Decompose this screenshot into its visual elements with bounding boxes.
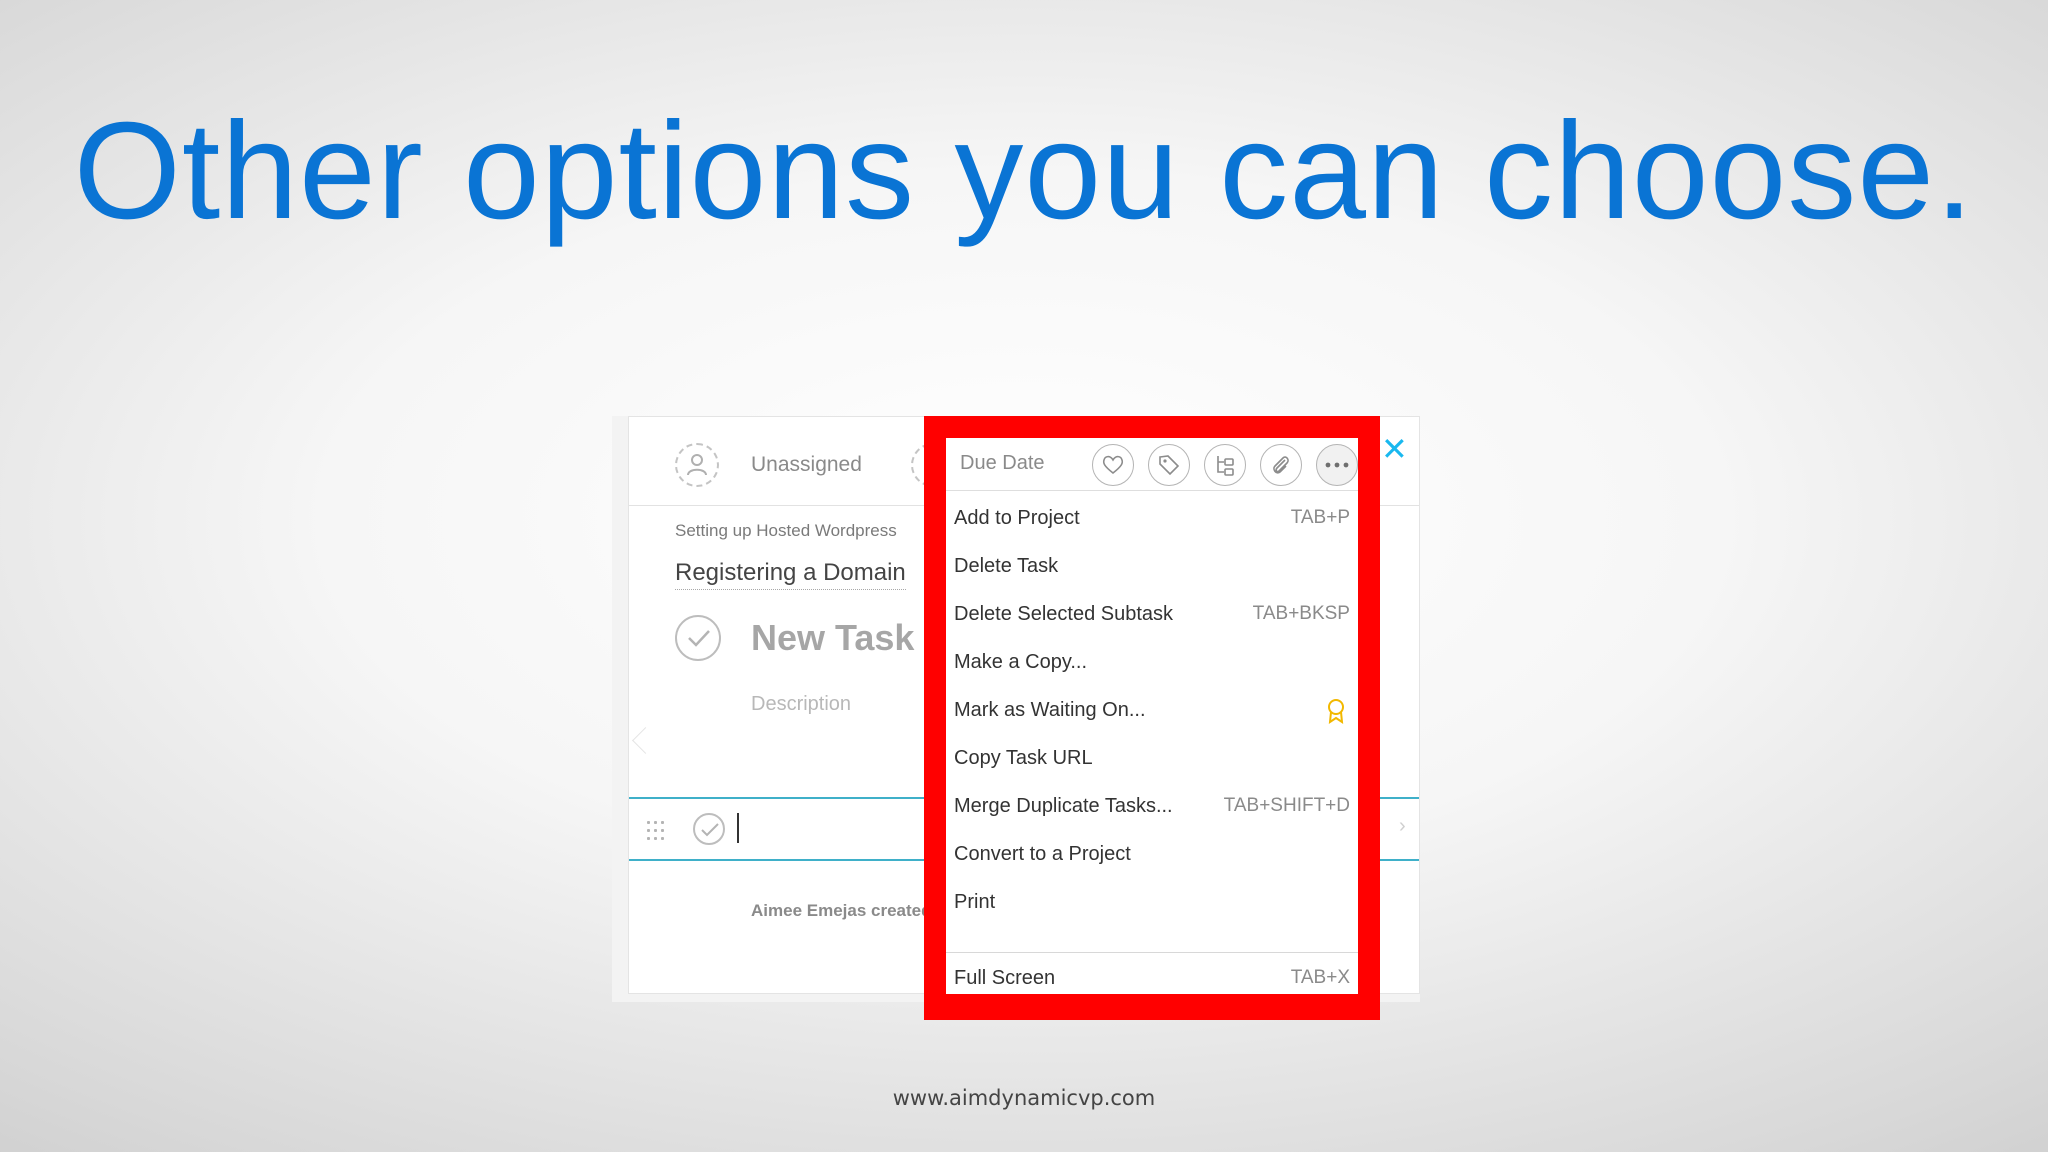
heart-icon[interactable] xyxy=(1092,444,1134,486)
premium-badge-icon xyxy=(1326,698,1346,738)
check-icon xyxy=(688,630,710,647)
due-date-button[interactable]: Due Date xyxy=(960,452,1045,475)
menu-item-copy-task-url[interactable]: Copy Task URL xyxy=(954,738,1350,778)
more-options-icon[interactable] xyxy=(1316,444,1358,486)
paperclip-icon[interactable] xyxy=(1260,444,1302,486)
subtask-complete-button[interactable] xyxy=(693,813,725,845)
options-menu: Due Date Add to Project TAB+P Delete Tas… xyxy=(946,438,1358,994)
slide-title: Other options you can choose. xyxy=(73,94,1975,248)
menu-item-merge-duplicate-tasks[interactable]: Merge Duplicate Tasks... TAB+SHIFT+D xyxy=(954,786,1350,826)
user-icon xyxy=(687,454,707,476)
chevron-right-icon[interactable]: › xyxy=(1399,815,1406,838)
menu-item-label: Mark as Waiting On... xyxy=(954,699,1146,721)
menu-item-shortcut: TAB+X xyxy=(1290,967,1350,988)
menu-item-convert-to-project[interactable]: Convert to a Project xyxy=(954,834,1350,874)
menu-item-label: Print xyxy=(954,891,996,913)
drag-handle-icon[interactable] xyxy=(647,821,665,841)
menu-item-label: Add to Project xyxy=(954,507,1080,529)
subtask-input-cursor[interactable] xyxy=(737,813,739,843)
check-icon xyxy=(701,823,719,837)
task-title[interactable]: New Task xyxy=(751,617,914,659)
highlight-box: Due Date Add to Project TAB+P Delete Tas… xyxy=(924,416,1380,1020)
parent-task-link[interactable]: Registering a Domain xyxy=(675,559,906,590)
footer-url: www.aimdynamicvp.com xyxy=(892,1086,1156,1110)
menu-item-label: Delete Selected Subtask xyxy=(954,603,1174,625)
assignee-avatar[interactable] xyxy=(675,443,719,487)
description-field[interactable]: Description xyxy=(751,693,851,716)
menu-item-label: Copy Task URL xyxy=(954,747,1093,769)
menu-item-mark-as-waiting-on[interactable]: Mark as Waiting On... xyxy=(954,690,1350,730)
breadcrumb[interactable]: Setting up Hosted Wordpress xyxy=(675,521,897,541)
assignee-label[interactable]: Unassigned xyxy=(751,453,862,477)
menu-item-full-screen[interactable]: Full Screen TAB+X xyxy=(954,958,1350,998)
menu-toolbar: Due Date xyxy=(946,438,1358,491)
menu-item-shortcut: TAB+SHIFT+D xyxy=(1223,795,1350,816)
menu-item-label: Make a Copy... xyxy=(954,651,1088,673)
menu-item-add-to-project[interactable]: Add to Project TAB+P xyxy=(954,498,1350,538)
menu-item-label: Delete Task xyxy=(954,555,1059,577)
menu-item-label: Convert to a Project xyxy=(954,843,1131,865)
menu-item-shortcut: TAB+BKSP xyxy=(1252,603,1350,624)
subtask-icon[interactable] xyxy=(1204,444,1246,486)
menu-item-shortcut: TAB+P xyxy=(1290,507,1350,528)
menu-divider xyxy=(946,952,1358,953)
complete-task-button[interactable] xyxy=(675,615,721,661)
menu-item-label: Full Screen xyxy=(954,967,1056,989)
menu-item-delete-selected-subtask[interactable]: Delete Selected Subtask TAB+BKSP xyxy=(954,594,1350,634)
tag-icon[interactable] xyxy=(1148,444,1190,486)
menu-item-label: Merge Duplicate Tasks... xyxy=(954,795,1173,817)
panel-pointer xyxy=(632,727,659,754)
close-icon[interactable]: ✕ xyxy=(1381,433,1408,465)
activity-text: Aimee Emejas created xyxy=(751,901,932,920)
menu-item-make-a-copy[interactable]: Make a Copy... xyxy=(954,642,1350,682)
menu-item-delete-task[interactable]: Delete Task xyxy=(954,546,1350,586)
menu-item-print[interactable]: Print xyxy=(954,882,1350,922)
